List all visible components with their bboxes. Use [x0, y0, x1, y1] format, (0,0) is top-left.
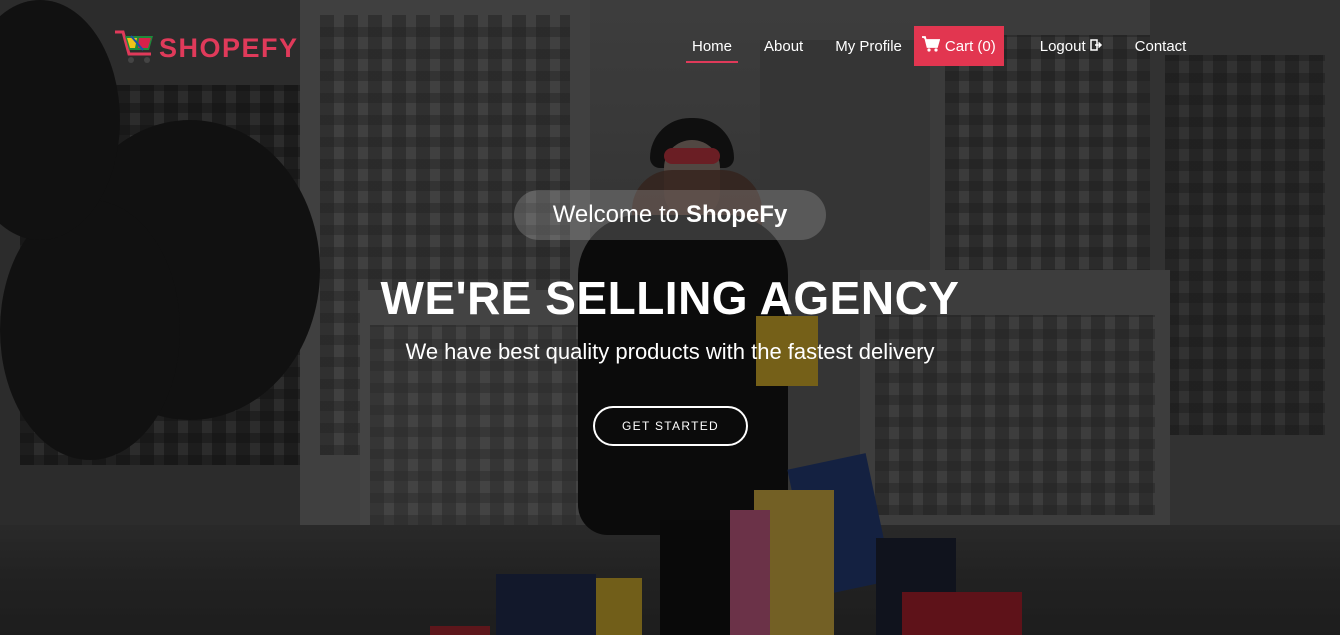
hero-headline: WE'RE SELLING AGENCY — [380, 272, 960, 324]
get-started-button[interactable]: GET STARTED — [593, 406, 748, 446]
welcome-badge: Welcome to ShopeFy — [514, 190, 826, 240]
welcome-prefix: Welcome to — [552, 201, 679, 228]
hero-section: Welcome to ShopeFy WE'RE SELLING AGENCY … — [0, 0, 1340, 635]
welcome-brand: ShopeFy — [685, 201, 788, 228]
hero-subheadline: We have best quality products with the f… — [405, 339, 935, 364]
